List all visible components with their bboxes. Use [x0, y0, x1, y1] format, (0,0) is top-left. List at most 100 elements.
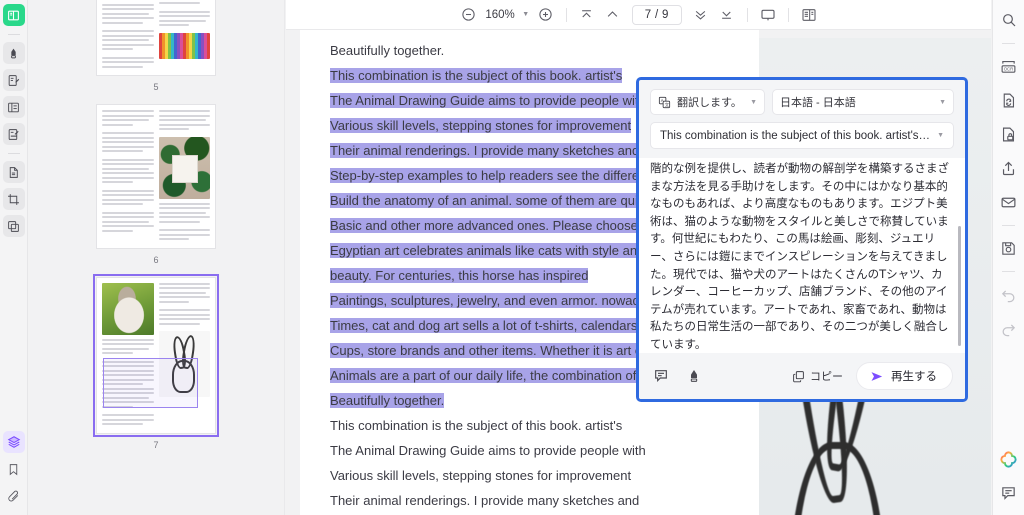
chevron-up-icon [608, 11, 618, 17]
play-button[interactable]: 再生する [856, 362, 953, 390]
toolbar-divider-2 [746, 7, 748, 22]
page-number-indicator[interactable]: 7 / 9 [631, 4, 682, 25]
play-label: 再生する [891, 371, 937, 383]
rail-item-highlighter[interactable] [2, 42, 25, 64]
rail-item-attachments[interactable] [3, 485, 25, 507]
svg-text:OCR: OCR [1004, 66, 1013, 71]
rrail-item-undo[interactable] [997, 281, 1021, 307]
document-line: Egyptian art celebrates animals like cat… [330, 243, 638, 258]
toolbar-divider-3 [787, 7, 789, 22]
rail-item-organize-pages[interactable] [2, 215, 25, 237]
book-layout-icon [802, 8, 816, 21]
document-line: Beautifully together. [330, 43, 445, 58]
sign-document-icon [8, 128, 19, 140]
undo-arrow-icon [1001, 290, 1015, 302]
zoom-level-value: 160% [485, 8, 515, 21]
page-selection-rectangle [103, 357, 198, 408]
paperclip-icon [8, 490, 19, 501]
document-line: Beautifully together. [330, 393, 445, 408]
rrail-item-comments[interactable] [997, 480, 1021, 506]
rail-item-crop-page[interactable] [2, 188, 25, 210]
rrail-item-save[interactable] [997, 235, 1021, 261]
translation-text: 階的な例を提供し、読者が動物の解剖学を構築するさまざまな方法を見る手助けをします… [650, 161, 949, 351]
translation-body: 階的な例を提供し、読者が動物の解剖学を構築するさまざまな方法を見る手助けをします… [639, 158, 965, 353]
thumbnail-page-5[interactable] [96, 0, 216, 76]
translate-mode-select[interactable]: A 文 翻訳します。 ▼ [650, 89, 765, 115]
thumbnail-page-7[interactable] [93, 273, 219, 437]
rail-divider-2 [7, 153, 20, 154]
chevron-down-icon[interactable]: ▼ [750, 99, 757, 106]
crop-icon [8, 193, 19, 205]
zoom-in-button[interactable] [533, 3, 559, 27]
thumbnail-page-number: 5 [153, 82, 159, 92]
next-page-button[interactable] [688, 3, 714, 27]
page-icon [9, 166, 18, 178]
play-triangle-icon [871, 371, 883, 381]
translate-panel-footer: コピー 再生する [639, 353, 965, 399]
stacked-pages-icon [8, 220, 19, 232]
rail-item-bookmarks[interactable] [3, 458, 25, 480]
floppy-save-icon [1002, 241, 1015, 255]
envelope-icon [1001, 197, 1016, 207]
convert-file-icon [1003, 93, 1015, 107]
rail-item-page-tools[interactable] [2, 161, 25, 183]
lock-file-icon [1002, 127, 1015, 141]
rrail-item-search[interactable] [997, 7, 1021, 33]
thumbnail-page-6[interactable] [96, 104, 216, 249]
first-page-button[interactable] [574, 3, 600, 27]
rail-item-sign[interactable] [2, 123, 25, 145]
highlighter-icon [690, 370, 698, 382]
copy-button[interactable]: コピー [792, 368, 843, 384]
bookmark-icon [9, 463, 18, 475]
right-toolbar: OCR [992, 0, 1024, 515]
chevron-down-icon[interactable]: ▼ [937, 132, 944, 139]
document-line: Build the anatomy of an animal. some of … [330, 193, 638, 208]
document-line: The Animal Drawing Guide aims to provide… [330, 93, 646, 108]
edit-document-icon [8, 74, 20, 86]
translate-mode-label: 翻訳します。 [677, 97, 742, 109]
document-line: Paintings, sculptures, jewelry, and even… [330, 293, 640, 308]
document-line: Animals are a part of our daily life, th… [330, 368, 637, 383]
rrail-item-ocr[interactable]: OCR [997, 53, 1021, 79]
rrail-item-convert[interactable] [997, 87, 1021, 113]
rail-item-edit-text[interactable] [2, 69, 25, 91]
rrail-item-protect[interactable] [997, 121, 1021, 147]
rail-divider [7, 34, 20, 35]
document-line: Times, cat and dog art sells a lot of t-… [330, 318, 638, 333]
page-thumbnail-panel[interactable]: 5 6 7 [28, 0, 285, 515]
translation-scrollbar[interactable] [958, 226, 961, 346]
rail-item-layers[interactable] [2, 431, 25, 453]
zoom-out-button[interactable] [455, 3, 481, 27]
chevron-double-down-icon [695, 10, 706, 20]
document-line: This combination is the subject of this … [330, 418, 623, 433]
translate-popup-panel[interactable]: A 文 翻訳します。 ▼ 日本語 - 日本語 ▼ This combinatio… [636, 77, 968, 402]
rrail-item-redo[interactable] [997, 315, 1021, 341]
last-page-button[interactable] [714, 3, 740, 27]
presentation-mode-button[interactable] [755, 3, 781, 27]
rail-item-reader-mode[interactable] [2, 4, 25, 26]
add-comment-button[interactable] [651, 366, 671, 386]
highlight-text-button[interactable] [684, 366, 704, 386]
language-pair-select[interactable]: 日本語 - 日本語 ▼ [772, 89, 954, 115]
pdf-reader-window: 5 6 7 160% ▼ 7 / 9 Beautifully together.… [0, 0, 1024, 515]
source-sentence-select[interactable]: This combination is the subject of this … [650, 122, 954, 149]
previous-page-button[interactable] [600, 3, 626, 27]
source-sentence-text: This combination is the subject of this … [660, 129, 932, 142]
zoom-dropdown-caret[interactable]: ▼ [519, 11, 533, 18]
left-toolbar [0, 0, 28, 515]
rrail-divider-1 [1002, 43, 1015, 44]
rail-item-form-list[interactable] [2, 96, 25, 118]
ocr-icon: OCR [1001, 60, 1016, 73]
rabbit-body [789, 441, 885, 515]
rrail-item-share[interactable] [997, 155, 1021, 181]
document-line: Their animal renderings. I provide many … [330, 493, 640, 508]
rrail-item-email[interactable] [997, 189, 1021, 215]
reading-layout-button[interactable] [796, 3, 822, 27]
screen-icon [761, 9, 775, 20]
chevron-down-icon[interactable]: ▼ [939, 99, 946, 106]
document-line: The Animal Drawing Guide aims to provide… [330, 443, 646, 458]
toolbar-divider-1 [565, 7, 567, 22]
rrail-item-ai-assistant[interactable] [997, 446, 1021, 472]
language-pair-label: 日本語 - 日本語 [780, 97, 856, 109]
document-line: Various skill levels, stepping stones fo… [330, 468, 632, 483]
